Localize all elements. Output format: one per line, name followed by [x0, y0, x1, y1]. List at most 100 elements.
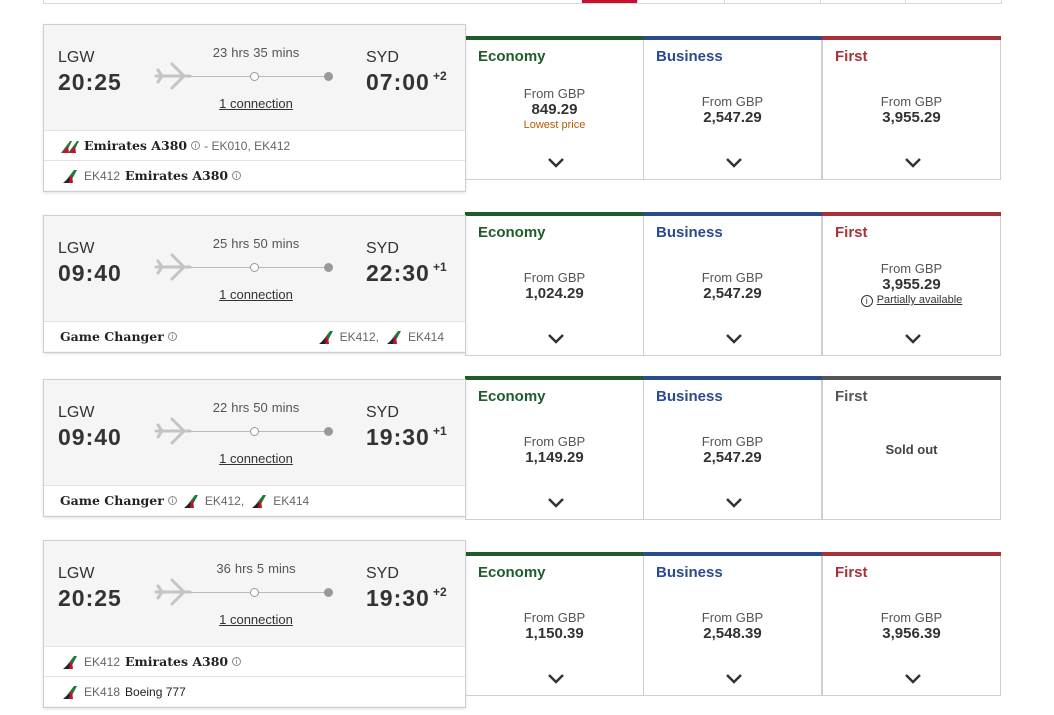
cabin-label: First — [835, 48, 868, 65]
cabin-label: Economy — [478, 388, 546, 405]
arrival-day-offset: +1 — [433, 424, 447, 438]
chevron-down-icon[interactable] — [903, 157, 923, 169]
fare-price: 849.29 — [531, 101, 578, 118]
flight-result-row: LGW 09:40 25 hrs 50 mins 1 connection SYD 2… — [43, 212, 1002, 356]
from-label: From GBP — [701, 434, 764, 449]
business-fare-card[interactable]: Business From GBP 2,548.39 — [643, 552, 822, 696]
date-tab[interactable] — [724, 0, 725, 3]
date-tab[interactable] — [637, 0, 638, 3]
fare-price: 2,547.29 — [703, 449, 762, 466]
economy-fare-card[interactable]: Economy From GBP 1,024.29 — [465, 212, 644, 356]
flight-duration: 25 hrs 50 mins — [212, 236, 300, 251]
departure-airport: LGW — [58, 49, 95, 66]
business-fare-card[interactable]: Business From GBP 2,547.29 — [643, 376, 822, 520]
first-fare-card: First Sold out — [822, 376, 1001, 520]
info-icon[interactable]: i — [191, 141, 201, 150]
route-line — [190, 76, 330, 77]
partially-available-link[interactable]: i Partially available — [823, 294, 1000, 307]
sold-out-label: Sold out — [885, 442, 938, 457]
economy-fare-card[interactable]: Economy From GBP 1,149.29 — [465, 376, 644, 520]
info-icon[interactable]: i — [232, 657, 242, 666]
arrival-time: 07:00 — [366, 69, 430, 95]
fare-price: 3,955.29 — [882, 109, 941, 126]
chevron-down-icon[interactable] — [546, 673, 566, 685]
departure-airport: LGW — [58, 404, 95, 421]
arrival-day-offset: +1 — [433, 260, 447, 274]
flight-number: EK412, — [204, 493, 245, 508]
date-tab[interactable] — [820, 0, 821, 3]
connection-stop-dot — [250, 263, 259, 272]
arrival-day-offset: +2 — [433, 69, 447, 83]
chevron-down-icon[interactable] — [724, 157, 744, 169]
arrival-airport: SYD — [366, 565, 399, 582]
info-icon[interactable]: i — [232, 171, 242, 180]
first-fare-card[interactable]: First From GBP 3,955.29 i Partially avail… — [822, 212, 1001, 356]
connections-link[interactable]: 1 connection — [194, 287, 318, 302]
flight-duration: 22 hrs 50 mins — [212, 400, 300, 415]
info-icon[interactable]: i — [167, 496, 177, 505]
economy-fare-card[interactable]: Economy From GBP 849.29 Lowest price — [465, 36, 644, 180]
chevron-down-icon[interactable] — [724, 333, 744, 345]
aircraft-name: Game Changer — [60, 329, 164, 344]
flight-card[interactable]: LGW 09:40 25 hrs 50 mins 1 connection SYD 2… — [43, 215, 466, 353]
flight-duration: 36 hrs 5 mins — [216, 561, 296, 576]
arrival-time: 22:30 — [366, 260, 430, 286]
fare-price: 2,547.29 — [703, 285, 762, 302]
business-fare-card[interactable]: Business From GBP 2,547.29 — [643, 212, 822, 356]
destination-dot — [324, 72, 333, 81]
from-label: From GBP — [523, 270, 586, 285]
business-color-bar — [643, 36, 822, 40]
flight-card[interactable]: LGW 20:25 36 hrs 5 mins 1 connection SYD 19… — [43, 540, 466, 708]
airplane-icon — [154, 62, 192, 90]
cabin-label: Business — [656, 48, 723, 65]
fare-price: 1,149.29 — [525, 449, 584, 466]
chevron-down-icon[interactable] — [903, 673, 923, 685]
chevron-down-icon[interactable] — [724, 673, 744, 685]
arrival-time: 19:30 — [366, 585, 430, 611]
business-fare-card[interactable]: Business From GBP 2,547.29 — [643, 36, 822, 180]
departure-time: 09:40 — [58, 260, 122, 286]
aircraft-name: Game Changer — [60, 493, 164, 508]
info-icon[interactable]: i — [167, 332, 177, 341]
flight-card[interactable]: LGW 09:40 22 hrs 50 mins 1 connection SYD 1… — [43, 379, 466, 517]
fare-price: 3,955.29 — [882, 276, 941, 293]
chevron-down-icon[interactable] — [903, 333, 923, 345]
segment-info: EK412 Emirates A380 i — [44, 646, 465, 676]
fare-price: 3,956.39 — [882, 625, 941, 642]
chevron-down-icon[interactable] — [724, 497, 744, 509]
first-fare-card[interactable]: First From GBP 3,955.29 — [822, 36, 1001, 180]
route-line — [190, 431, 330, 432]
flight-number: EK414 — [407, 329, 444, 344]
cabin-label: Business — [656, 388, 723, 405]
connections-link[interactable]: 1 connection — [194, 96, 318, 111]
economy-fare-card[interactable]: Economy From GBP 1,150.39 — [465, 552, 644, 696]
flight-result-row: LGW 20:25 23 hrs 35 mins 1 connection SYD 0… — [43, 24, 1002, 192]
from-label: From GBP — [523, 86, 586, 101]
connections-link[interactable]: 1 connection — [194, 612, 318, 627]
first-fare-card[interactable]: First From GBP 3,956.39 — [822, 552, 1001, 696]
segment-info: Emirates A380 i - EK010, EK412 — [44, 130, 465, 160]
cabin-label: First — [835, 388, 868, 405]
arrival-time: 19:30 — [366, 424, 430, 450]
sold-out-color-bar — [822, 376, 1001, 380]
date-tab[interactable] — [905, 0, 906, 3]
aircraft-name: Emirates A380 — [84, 138, 188, 153]
economy-color-bar — [465, 212, 644, 216]
airplane-icon — [154, 417, 192, 445]
economy-color-bar — [465, 552, 644, 556]
date-tab-bar — [43, 0, 1002, 4]
flight-card[interactable]: LGW 20:25 23 hrs 35 mins 1 connection SYD 0… — [43, 24, 466, 192]
segment-info: EK412 Emirates A380 i — [44, 160, 465, 190]
emirates-tail-icon — [63, 685, 77, 699]
emirates-tail-icon — [252, 494, 267, 508]
chevron-down-icon[interactable] — [546, 497, 566, 509]
departure-time: 09:40 — [58, 424, 122, 450]
connections-link[interactable]: 1 connection — [194, 451, 318, 466]
chevron-down-icon[interactable] — [546, 157, 566, 169]
chevron-down-icon[interactable] — [546, 333, 566, 345]
cabin-label: First — [835, 564, 868, 581]
business-color-bar — [643, 376, 822, 380]
emirates-tail-icon — [386, 330, 401, 344]
fare-price: 1,150.39 — [525, 625, 584, 642]
arrival-airport: SYD — [366, 49, 399, 66]
